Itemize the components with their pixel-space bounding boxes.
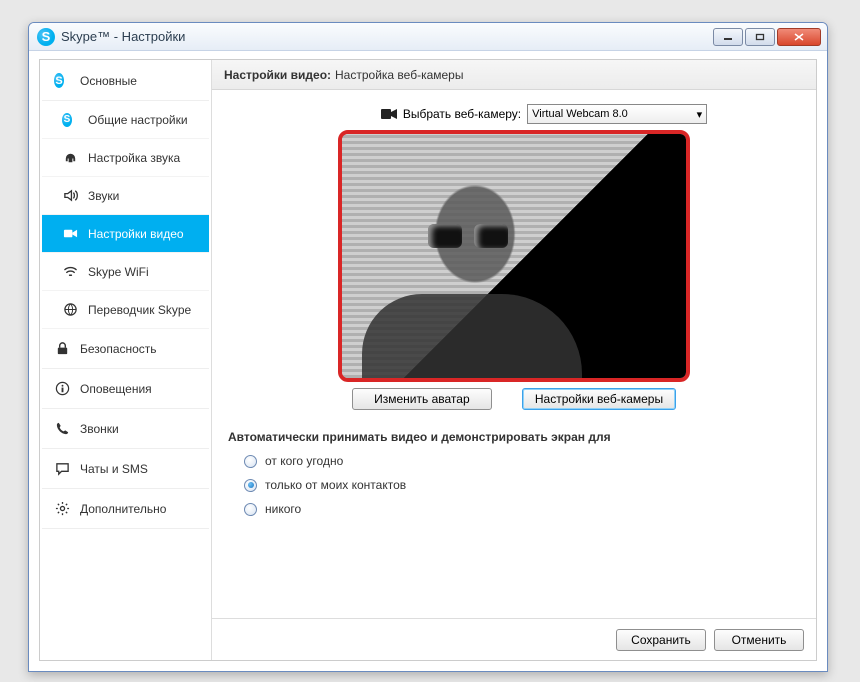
radio-icon bbox=[244, 455, 257, 468]
info-icon bbox=[54, 381, 70, 397]
camcorder-icon bbox=[62, 226, 78, 242]
auto-accept-options: от кого угодно только от моих контактов … bbox=[228, 454, 800, 516]
save-button[interactable]: Сохранить bbox=[616, 629, 706, 651]
client-area: S Основные S Общие настройки Настройка з… bbox=[39, 59, 817, 661]
sidebar-item-label: Звонки bbox=[80, 422, 119, 436]
sidebar-item-label: Основные bbox=[80, 74, 137, 88]
sidebar-item-label: Чаты и SMS bbox=[80, 462, 148, 476]
maximize-button[interactable] bbox=[745, 28, 775, 46]
radio-icon bbox=[244, 503, 257, 516]
sidebar-item-label: Оповещения bbox=[80, 382, 152, 396]
titlebar[interactable]: S Skype™ - Настройки bbox=[29, 23, 827, 51]
skype-icon: S bbox=[54, 73, 70, 89]
sidebar-item-advanced[interactable]: Дополнительно bbox=[42, 489, 209, 529]
sidebar-item-label: Дополнительно bbox=[80, 502, 166, 516]
dialog-footer: Сохранить Отменить bbox=[212, 618, 816, 660]
sidebar-item-notifications[interactable]: Оповещения bbox=[42, 369, 209, 409]
sidebar-item-audio-settings[interactable]: Настройка звука bbox=[42, 139, 209, 177]
sidebar-item-security[interactable]: Безопасность bbox=[42, 329, 209, 369]
gear-icon bbox=[54, 501, 70, 517]
radio-option-anyone[interactable]: от кого угодно bbox=[244, 454, 800, 468]
close-button[interactable] bbox=[777, 28, 821, 46]
section-header: Настройки видео: Настройка веб-камеры bbox=[212, 60, 816, 90]
button-label: Отменить bbox=[732, 633, 787, 647]
radio-label: только от моих контактов bbox=[265, 478, 406, 492]
sidebar-item-sounds[interactable]: Звуки bbox=[42, 177, 209, 215]
camcorder-icon bbox=[381, 108, 397, 120]
phone-icon bbox=[54, 421, 70, 437]
window-title: Skype™ - Настройки bbox=[61, 29, 185, 44]
camera-select[interactable]: Virtual Webcam 8.0 ▾ bbox=[527, 104, 707, 124]
skype-logo-icon: S bbox=[37, 28, 55, 46]
sidebar-item-skype-wifi[interactable]: Skype WiFi bbox=[42, 253, 209, 291]
wifi-icon bbox=[62, 264, 78, 280]
sidebar-item-label: Настройки видео bbox=[88, 227, 184, 241]
auto-accept-label: Автоматически принимать видео и демонстр… bbox=[228, 430, 800, 444]
radio-option-contacts[interactable]: только от моих контактов bbox=[244, 478, 800, 492]
button-label: Настройки веб-камеры bbox=[535, 392, 663, 406]
lock-icon bbox=[54, 341, 70, 357]
sidebar-item-label: Звуки bbox=[88, 189, 119, 203]
radio-option-nobody[interactable]: никого bbox=[244, 502, 800, 516]
sidebar-item-label: Skype WiFi bbox=[88, 265, 149, 279]
section-title-bold: Настройки видео: bbox=[224, 68, 331, 82]
sidebar: S Основные S Общие настройки Настройка з… bbox=[40, 60, 212, 660]
webcam-preview bbox=[338, 130, 690, 382]
skype-icon: S bbox=[62, 112, 78, 128]
chat-icon bbox=[54, 461, 70, 477]
cancel-button[interactable]: Отменить bbox=[714, 629, 804, 651]
globe-icon bbox=[62, 302, 78, 318]
webcam-settings-button[interactable]: Настройки веб-камеры bbox=[522, 388, 676, 410]
button-label: Сохранить bbox=[631, 633, 691, 647]
sidebar-item-calls[interactable]: Звонки bbox=[42, 409, 209, 449]
chevron-down-icon: ▾ bbox=[697, 108, 703, 121]
button-label: Изменить аватар bbox=[374, 392, 470, 406]
sidebar-item-label: Безопасность bbox=[80, 342, 157, 356]
radio-label: никого bbox=[265, 502, 301, 516]
sidebar-item-translator[interactable]: Переводчик Skype bbox=[42, 291, 209, 329]
sidebar-item-label: Общие настройки bbox=[88, 113, 188, 127]
radio-icon bbox=[244, 479, 257, 492]
headset-icon bbox=[62, 150, 78, 166]
sidebar-item-video-settings[interactable]: Настройки видео bbox=[42, 215, 209, 253]
sidebar-item-chat-sms[interactable]: Чаты и SMS bbox=[42, 449, 209, 489]
minimize-button[interactable] bbox=[713, 28, 743, 46]
change-avatar-button[interactable]: Изменить аватар bbox=[352, 388, 492, 410]
section-title-rest: Настройка веб-камеры bbox=[335, 68, 463, 82]
sidebar-item-label: Настройка звука bbox=[88, 151, 180, 165]
camera-select-label: Выбрать веб-камеру: bbox=[403, 107, 521, 121]
speaker-icon bbox=[62, 188, 78, 204]
sidebar-item-general[interactable]: S Основные bbox=[42, 61, 209, 101]
settings-window: S Skype™ - Настройки S Основные S Общие … bbox=[28, 22, 828, 672]
sidebar-item-label: Переводчик Skype bbox=[88, 303, 191, 317]
sidebar-item-general-settings[interactable]: S Общие настройки bbox=[42, 101, 209, 139]
radio-label: от кого угодно bbox=[265, 454, 343, 468]
content-area: Выбрать веб-камеру: Virtual Webcam 8.0 ▾… bbox=[212, 90, 816, 618]
camera-select-value: Virtual Webcam 8.0 bbox=[532, 108, 628, 120]
main-panel: Настройки видео: Настройка веб-камеры Вы… bbox=[212, 60, 816, 660]
